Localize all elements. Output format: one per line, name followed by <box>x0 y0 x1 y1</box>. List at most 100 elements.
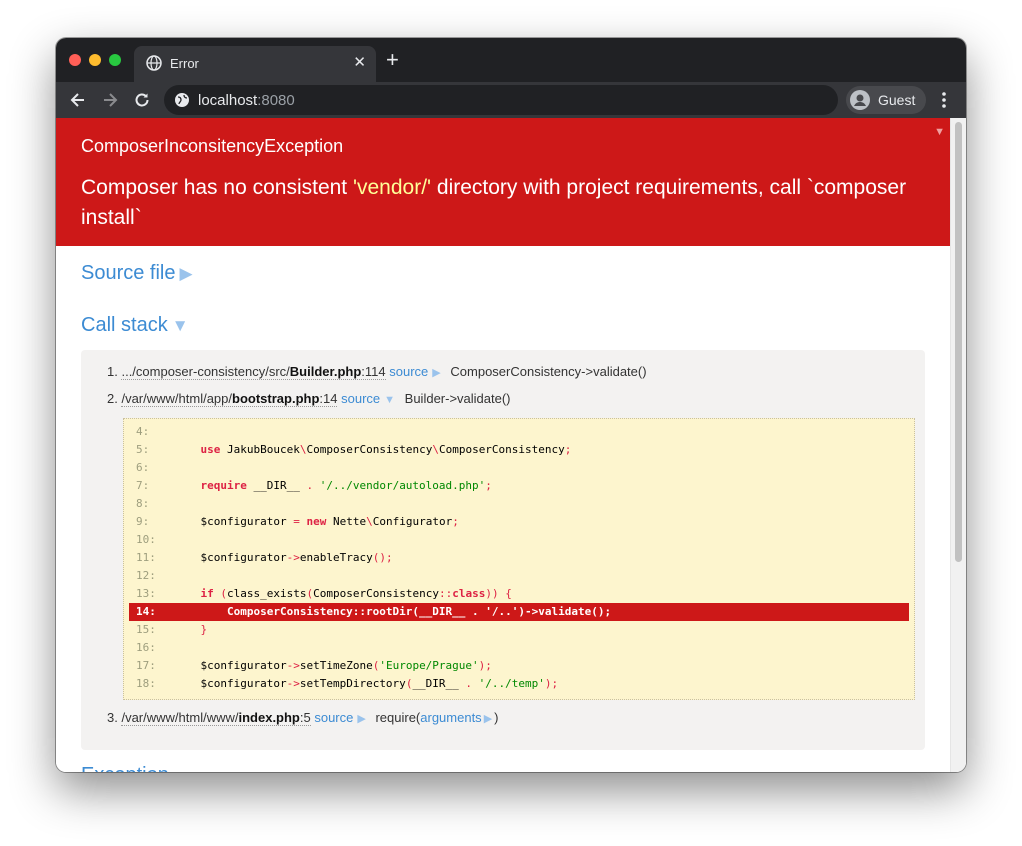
frame-path: /var/www/html/app/ <box>121 391 233 406</box>
line-number: 11: <box>136 551 156 564</box>
browser-toolbar: localhost:8080 Guest <box>56 82 966 118</box>
stack-frame: 3. /var/www/html/www/index.php:5 source ▶… <box>107 710 499 726</box>
profile-name: Guest <box>878 92 916 108</box>
frame-call: ComposerConsistency->validate() <box>450 364 647 379</box>
highlighted-code-line: 14: ComposerConsistency::rootDir(__DIR__… <box>129 603 909 621</box>
call-prefix: require( <box>375 710 421 725</box>
line-number: 5: <box>136 443 150 456</box>
frame-line: :5 <box>299 710 311 725</box>
call-stack-title: Call stack <box>81 314 168 336</box>
code-line: 6: <box>129 459 909 477</box>
frame-path: /var/www/html/www/ <box>121 710 239 725</box>
code-line: 16: <box>129 639 909 657</box>
code-line: 13: if (class_exists(ComposerConsistency… <box>129 585 909 603</box>
line-number: 4: <box>136 425 150 438</box>
site-info-globe-icon[interactable] <box>174 92 190 108</box>
line-number: 7: <box>136 479 150 492</box>
frame-filename: index.php <box>238 710 300 725</box>
vertical-scrollbar[interactable] <box>950 118 966 772</box>
frame-line: :114 <box>361 364 386 379</box>
frame-file-link[interactable]: /var/www/html/www/index.php:5 <box>121 710 311 726</box>
frame-source-toggle[interactable]: source <box>341 391 380 406</box>
url-text: localhost:8080 <box>198 92 295 109</box>
line-number: 9: <box>136 515 150 528</box>
minimize-window-button[interactable] <box>89 54 101 66</box>
exception-type: ComposerInconsitencyException <box>81 136 344 156</box>
line-number: 14: <box>136 605 156 618</box>
scrollbar-thumb[interactable] <box>955 122 962 562</box>
frame-filename: Builder.php <box>289 364 362 379</box>
code-line: 12: <box>129 567 909 585</box>
line-number: 17: <box>136 659 156 672</box>
code-line: 9: $configurator = new Nette\Configurato… <box>129 513 909 531</box>
guest-avatar-icon <box>850 90 870 110</box>
frame-file-link[interactable]: .../composer-consistency/src/Builder.php… <box>121 364 386 380</box>
code-line: 10: <box>129 531 909 549</box>
stack-frame: 2. /var/www/html/app/bootstrap.php:14 so… <box>107 391 511 407</box>
call-suffix: ) <box>494 710 499 725</box>
globe-icon <box>146 55 162 71</box>
line-number: 18: <box>136 677 156 690</box>
expand-arrow-icon[interactable]: ▶ <box>484 713 492 725</box>
expand-arrow-icon: ▶ <box>179 264 193 283</box>
frame-source-toggle[interactable]: source <box>314 710 353 725</box>
url-host: localhost <box>198 92 258 109</box>
tab-title: Error <box>170 56 199 71</box>
kebab-menu-icon[interactable] <box>936 90 952 110</box>
line-number: 8: <box>136 497 150 510</box>
frame-file-link[interactable]: /var/www/html/app/bootstrap.php:14 <box>121 391 338 407</box>
tab-strip: Error ✕ + <box>56 38 966 82</box>
frame-number: 1. <box>107 364 118 379</box>
stack-frame: 1. .../composer-consistency/src/Builder.… <box>107 364 647 380</box>
browser-tab[interactable]: Error ✕ <box>134 46 376 82</box>
code-line: 11: $configurator->enableTracy(); <box>129 549 909 567</box>
line-number: 10: <box>136 533 156 546</box>
tab-close-icon[interactable]: ✕ <box>353 53 366 71</box>
expand-arrow-icon[interactable]: ▶ <box>357 713 365 725</box>
url-port: :8080 <box>257 92 295 109</box>
address-bar[interactable]: localhost:8080 <box>164 85 838 115</box>
call-stack-panel: 1. .../composer-consistency/src/Builder.… <box>81 350 925 750</box>
code-line: 8: <box>129 495 909 513</box>
collapse-arrow-icon: ▼ <box>171 316 189 335</box>
frame-number: 3. <box>107 710 118 725</box>
line-number: 16: <box>136 641 156 654</box>
browser-window: Error ✕ + localhost:8080 Guest ComposerI… <box>56 38 966 772</box>
frame-number: 2. <box>107 391 118 406</box>
code-line: 15: } <box>129 621 909 639</box>
new-tab-button[interactable]: + <box>386 47 399 73</box>
frame-line: :14 <box>319 391 338 406</box>
collapse-arrow-icon[interactable]: ▼ <box>384 394 395 406</box>
source-code-block: 4: 5: use JakubBoucek\ComposerConsistenc… <box>123 418 915 700</box>
back-arrow-icon[interactable] <box>68 90 88 110</box>
source-file-section-toggle[interactable]: Source file ▶ <box>81 262 193 285</box>
frame-call: require(arguments ▶) <box>375 710 498 725</box>
close-window-button[interactable] <box>69 54 81 66</box>
collapse-toggle-icon[interactable]: ▼ <box>934 126 945 138</box>
code-line: 5: use JakubBoucek\ComposerConsistency\C… <box>129 441 909 459</box>
line-number: 13: <box>136 587 156 600</box>
exception-header: ComposerInconsitencyException Composer h… <box>56 118 951 246</box>
frame-call: Builder->validate() <box>404 391 511 406</box>
page-content: ComposerInconsitencyException Composer h… <box>56 118 966 772</box>
arguments-toggle[interactable]: arguments <box>420 710 481 725</box>
code-line: 7: require __DIR__ . '/../vendor/autoloa… <box>129 477 909 495</box>
line-number: 15: <box>136 623 156 636</box>
frame-source-toggle[interactable]: source <box>389 364 428 379</box>
frame-filename: bootstrap.php <box>232 391 320 406</box>
forward-arrow-icon[interactable] <box>100 90 120 110</box>
line-number: 12: <box>136 569 156 582</box>
profile-button[interactable]: Guest <box>846 86 926 114</box>
reload-icon[interactable] <box>132 90 152 110</box>
call-stack-section-toggle[interactable]: Call stack ▼ <box>81 314 189 337</box>
line-number: 6: <box>136 461 150 474</box>
maximize-window-button[interactable] <box>109 54 121 66</box>
source-file-title: Source file <box>81 262 176 284</box>
code-line: 4: <box>129 423 909 441</box>
frame-path: .../composer-consistency/src/ <box>121 364 290 379</box>
code-line: 18: $configurator->setTempDirectory(__DI… <box>129 675 909 693</box>
next-section-title[interactable]: Exception <box>81 764 169 772</box>
expand-arrow-icon[interactable]: ▶ <box>432 367 440 379</box>
code-line: 17: $configurator->setTimeZone('Europe/P… <box>129 657 909 675</box>
message-highlight: 'vendor/' <box>352 176 432 199</box>
